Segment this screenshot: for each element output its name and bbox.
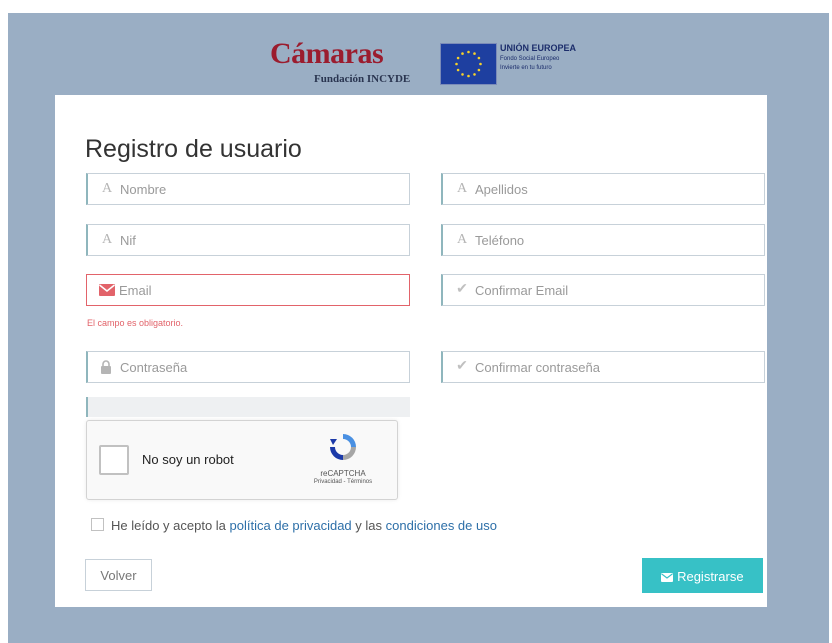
recaptcha-label: No soy un robot [142,452,234,467]
recaptcha-links[interactable]: Privacidad - Términos [313,479,373,485]
envelope-icon [99,283,115,297]
confirm-email-placeholder: Confirmar Email [475,283,569,298]
privacy-policy-link[interactable]: política de privacidad [230,518,352,533]
recaptcha-widget: No soy un robot reCAPTCHA Privacidad - T… [86,420,398,500]
terms-checkbox[interactable] [91,518,104,531]
confirm-email-field[interactable]: ✔ Confirmar Email [441,274,765,306]
terms-row: He leído y acepto la política de privaci… [91,518,497,533]
text-icon: A [101,181,113,196]
check-icon: ✔ [456,359,468,374]
check-icon: ✔ [456,282,468,297]
eu-text: UNIÓN EUROPEA Fondo Social Europeo Invie… [500,43,576,71]
email-error-message: El campo es obligatorio. [87,318,184,328]
text-icon: A [101,232,113,247]
terms-middle: y las [355,518,383,533]
nif-placeholder: Nif [120,233,136,248]
apellidos-field[interactable]: A Apellidos [441,173,765,205]
password-field[interactable]: Contraseña [86,351,410,383]
recaptcha-checkbox[interactable] [99,445,129,475]
password-placeholder: Contraseña [120,360,188,375]
nombre-placeholder: Nombre [120,182,167,197]
password-strength-bar [86,397,410,417]
register-card: Registro de usuario A Nombre A Apellidos… [55,95,767,607]
eu-title: UNIÓN EUROPEA [500,43,577,53]
telefono-field[interactable]: A Teléfono [441,224,765,256]
confirm-password-field[interactable]: ✔ Confirmar contraseña [441,351,765,383]
envelope-icon [661,573,674,582]
confirm-password-placeholder: Confirmar contraseña [475,360,600,375]
eu-tagline: Invierte en tu futuro [500,65,552,71]
recaptcha-icon [330,434,356,460]
telefono-placeholder: Teléfono [475,233,525,248]
back-button[interactable]: Volver [85,559,152,591]
camaras-subtitle: Fundación INCYDE [314,73,411,85]
recaptcha-logo: reCAPTCHA Privacidad - Términos [313,431,373,491]
text-icon: A [456,181,468,196]
camaras-logo: Cámaras [270,37,384,70]
register-button-label: Registrarse [677,569,744,584]
page-background: Cámaras Fundación INCYDE UNIÓN EUROPEA F… [8,13,829,643]
email-placeholder: Email [119,283,152,298]
lock-icon [100,360,114,374]
eu-subtitle: Fondo Social Europeo [500,56,560,62]
eu-flag-icon [440,43,497,85]
nombre-field[interactable]: A Nombre [86,173,410,205]
nif-field[interactable]: A Nif [86,224,410,256]
terms-prefix: He leído y acepto la [111,518,226,533]
apellidos-placeholder: Apellidos [475,182,528,197]
header-logos: Cámaras Fundación INCYDE UNIÓN EUROPEA F… [270,33,590,93]
terms-of-use-link[interactable]: condiciones de uso [386,518,497,533]
register-button[interactable]: Registrarse [642,558,763,593]
recaptcha-brand: reCAPTCHA [320,469,366,478]
text-icon: A [456,232,468,247]
page-title: Registro de usuario [85,135,302,163]
email-field[interactable]: Email [86,274,410,306]
